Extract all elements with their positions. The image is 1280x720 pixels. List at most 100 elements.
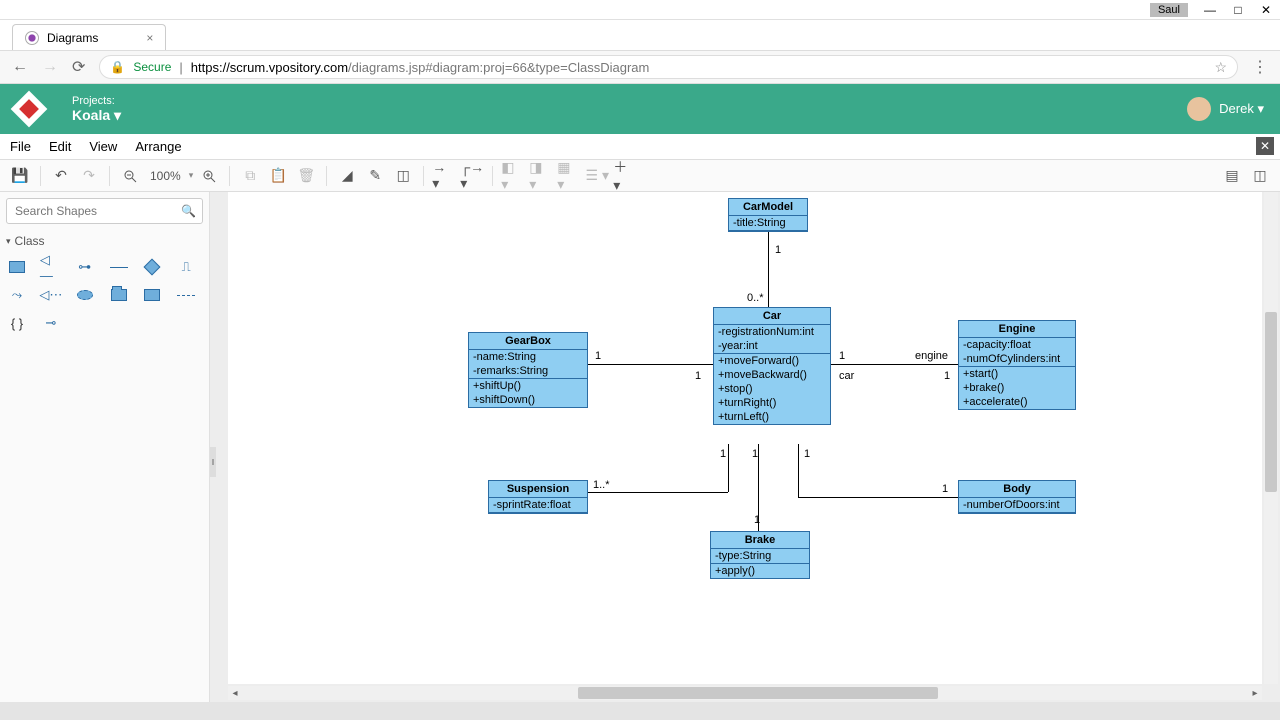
shape-package[interactable] bbox=[108, 286, 130, 304]
shape-interface[interactable]: ⊶ bbox=[74, 258, 96, 276]
line-color-button[interactable]: ✎ bbox=[363, 164, 387, 188]
class-gearbox[interactable]: GearBox -name:String -remarks:String +sh… bbox=[468, 332, 588, 408]
fill-color-button[interactable]: ◢ bbox=[335, 164, 359, 188]
shape-dashed-line[interactable] bbox=[175, 286, 197, 304]
to-front-button[interactable]: ◧ ▾ bbox=[501, 164, 525, 188]
project-selector[interactable]: Projects: Koala ▾ bbox=[72, 95, 121, 124]
class-body[interactable]: Body -numberOfDoors:int bbox=[958, 480, 1076, 514]
mult-label: 1 bbox=[754, 514, 760, 526]
shape-constraint[interactable]: { } bbox=[6, 314, 28, 332]
avatar[interactable] bbox=[1187, 97, 1211, 121]
statusbar bbox=[0, 702, 1280, 720]
minimize-icon[interactable]: — bbox=[1204, 4, 1216, 16]
user-menu[interactable]: Derek ▾ bbox=[1219, 101, 1264, 117]
undo-button[interactable]: ↶ bbox=[49, 164, 73, 188]
mult-label: 1 bbox=[944, 370, 950, 382]
zoom-chevron-icon[interactable]: ▾ bbox=[189, 170, 194, 181]
distribute-button[interactable]: ☰ ▾ bbox=[585, 164, 609, 188]
assoc-body-h[interactable] bbox=[798, 497, 958, 498]
mult-label: 1 bbox=[775, 244, 781, 256]
delete-button[interactable]: 🗑 bbox=[294, 164, 318, 188]
shadow-button[interactable]: ◫ bbox=[391, 164, 415, 188]
shape-generalization[interactable]: ◁— bbox=[40, 258, 62, 276]
shape-association[interactable] bbox=[108, 258, 130, 276]
shape-model[interactable] bbox=[141, 286, 163, 304]
scroll-right-icon[interactable]: ▸ bbox=[1248, 686, 1262, 700]
back-icon[interactable]: ← bbox=[12, 58, 28, 76]
paste-button[interactable]: 📋 bbox=[266, 164, 290, 188]
scroll-left-icon[interactable]: ◂ bbox=[228, 686, 242, 700]
forward-icon[interactable]: → bbox=[42, 58, 58, 76]
close-diagram-button[interactable]: ✕ bbox=[1256, 137, 1274, 155]
workspace: 🔍 ▾Class ◁— ⊶ ⎍ ⤳ ◁⋯ { } ⊸ ‖ bbox=[0, 192, 1280, 702]
app-logo-icon[interactable] bbox=[11, 91, 48, 128]
url-text: | bbox=[179, 60, 182, 75]
mult-label: 1 bbox=[839, 350, 845, 362]
search-shapes-input[interactable] bbox=[13, 203, 181, 219]
shape-dependency[interactable]: ⤳ bbox=[6, 286, 28, 304]
save-button[interactable]: 💾 bbox=[8, 164, 32, 188]
reload-icon[interactable]: ⟳ bbox=[72, 57, 85, 77]
os-user-badge: Saul bbox=[1150, 3, 1188, 17]
outline-panel-button[interactable]: ◫ bbox=[1248, 164, 1272, 188]
connection-button[interactable]: → ▾ bbox=[432, 164, 456, 188]
shape-port[interactable]: ⊸ bbox=[40, 314, 62, 332]
shape-note[interactable]: ⎍ bbox=[175, 258, 197, 276]
align-button[interactable]: ▦ ▾ bbox=[557, 164, 581, 188]
to-back-button[interactable]: ◨ ▾ bbox=[529, 164, 553, 188]
mult-label: 1..* bbox=[593, 479, 610, 491]
project-name: Koala bbox=[72, 107, 110, 123]
class-suspension[interactable]: Suspension -sprintRate:float bbox=[488, 480, 588, 514]
mult-label: 1 bbox=[804, 448, 810, 460]
horizontal-scrollbar[interactable]: ◂ ▸ bbox=[228, 686, 1262, 700]
assoc-suspension-v[interactable] bbox=[728, 444, 729, 492]
class-brake[interactable]: Brake -type:String +apply() bbox=[710, 531, 810, 579]
class-engine[interactable]: Engine -capacity:float -numOfCylinders:i… bbox=[958, 320, 1076, 410]
menu-edit[interactable]: Edit bbox=[49, 139, 71, 154]
redo-button[interactable]: ↷ bbox=[77, 164, 101, 188]
assoc-car-engine[interactable] bbox=[828, 364, 958, 365]
assoc-carmodel-car[interactable] bbox=[768, 232, 769, 307]
class-car[interactable]: Car -registrationNum:int -year:int +move… bbox=[713, 307, 831, 425]
url-display: https://scrum.vpository.com/diagrams.jsp… bbox=[191, 60, 650, 75]
assoc-body-v[interactable] bbox=[798, 444, 799, 497]
menu-arrange[interactable]: Arrange bbox=[135, 139, 181, 154]
search-icon[interactable]: 🔍 bbox=[181, 204, 196, 218]
section-class[interactable]: ▾Class bbox=[6, 234, 203, 248]
vertical-scrollbar[interactable] bbox=[1264, 192, 1278, 684]
tab-close-icon[interactable]: × bbox=[146, 31, 153, 45]
copy-button[interactable]: ⧉ bbox=[238, 164, 262, 188]
maximize-icon[interactable]: □ bbox=[1232, 4, 1244, 16]
collapse-panel-handle[interactable]: ‖ bbox=[210, 447, 216, 477]
zoom-level[interactable]: 100% bbox=[146, 169, 185, 183]
class-carmodel[interactable]: CarModel -title:String bbox=[728, 198, 808, 232]
toolbar: 💾 ↶ ↷ 100% ▾ ⧉ 📋 🗑 ◢ ✎ ◫ → ▾ ┌→ ▾ ◧ ▾ ◨ … bbox=[0, 160, 1280, 192]
chevron-down-icon: ▾ bbox=[6, 236, 11, 247]
shape-aggregation[interactable] bbox=[141, 258, 163, 276]
search-shapes-box[interactable]: 🔍 bbox=[6, 198, 203, 224]
shapes-panel: 🔍 ▾Class ◁— ⊶ ⎍ ⤳ ◁⋯ { } ⊸ bbox=[0, 192, 210, 702]
waypoint-button[interactable]: ┌→ ▾ bbox=[460, 164, 484, 188]
menu-file[interactable]: File bbox=[10, 139, 31, 154]
zoom-out-button[interactable] bbox=[118, 164, 142, 188]
zoom-in-button[interactable] bbox=[197, 164, 221, 188]
browser-menu-icon[interactable]: ⋮ bbox=[1252, 57, 1268, 77]
assoc-suspension-h[interactable] bbox=[588, 492, 728, 493]
mult-label: 1 bbox=[720, 448, 726, 460]
shape-realization[interactable]: ◁⋯ bbox=[40, 286, 62, 304]
format-panel-button[interactable]: ▤ bbox=[1220, 164, 1244, 188]
url-box[interactable]: 🔒 Secure | https://scrum.vpository.com/d… bbox=[99, 55, 1238, 79]
secure-label: Secure bbox=[133, 60, 171, 74]
menu-view[interactable]: View bbox=[89, 139, 117, 154]
diagram-canvas[interactable]: 1 0..* 1 1 1 1 engine car 1 1 1 1..* 1 1… bbox=[228, 192, 1262, 684]
insert-button[interactable]: ＋ ▾ bbox=[613, 164, 637, 188]
shape-collaboration[interactable] bbox=[74, 286, 96, 304]
role-label: car bbox=[839, 370, 854, 382]
browser-tab[interactable]: Diagrams × bbox=[12, 24, 166, 50]
bookmark-star-icon[interactable]: ☆ bbox=[1214, 59, 1227, 76]
role-label: engine bbox=[915, 350, 948, 362]
close-icon[interactable]: ✕ bbox=[1260, 4, 1272, 16]
assoc-gearbox-car[interactable] bbox=[588, 364, 713, 365]
shape-class[interactable] bbox=[6, 258, 28, 276]
chevron-down-icon: ▾ bbox=[114, 107, 121, 123]
